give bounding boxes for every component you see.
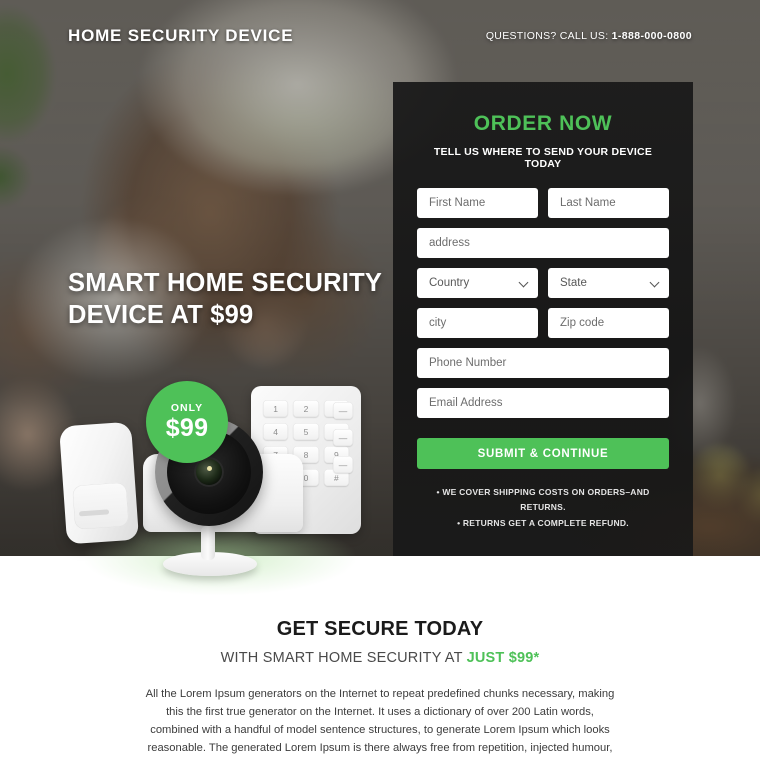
guarantee-line-2: • RETURNS GET A COMPLETE REFUND. <box>457 517 629 528</box>
landing-page: HOME SECURITY DEVICE QUESTIONS? CALL US:… <box>0 0 760 760</box>
guarantee-notes: • WE COVER SHIPPING COSTS ON ORDERS–AND … <box>417 485 669 531</box>
keypad-side-key: — <box>333 456 353 473</box>
info-subtitle-accent: JUST $99* <box>466 650 540 666</box>
info-subtitle-prefix: WITH SMART HOME SECURITY AT <box>220 650 467 666</box>
header-phone-block: QUESTIONS? CALL US: 1-888-000-0800 <box>486 30 692 42</box>
phone-field-row <box>417 348 669 378</box>
country-state-row: Country State <box>417 268 669 298</box>
price-badge: ONLY $99 <box>146 381 228 463</box>
city-zip-row <box>417 308 669 338</box>
sensor-lens <box>72 482 130 530</box>
keypad-side-key: — <box>333 429 353 446</box>
keypad-side-keys: — — — <box>333 402 353 473</box>
call-us-number[interactable]: 1-888-000-0800 <box>612 30 692 42</box>
hero-headline: SMART HOME SECURITY DEVICE AT $99 <box>68 268 398 331</box>
phone-number-input[interactable] <box>417 348 669 378</box>
country-select[interactable]: Country <box>417 268 538 298</box>
zip-code-input[interactable] <box>548 308 669 338</box>
camera-lens <box>194 457 224 487</box>
address-input[interactable] <box>417 228 669 258</box>
info-section-subtitle: WITH SMART HOME SECURITY AT JUST $99* <box>0 650 760 666</box>
keypad-key: 1 <box>263 400 289 417</box>
email-address-input[interactable] <box>417 388 669 418</box>
order-form-panel: ORDER NOW TELL US WHERE TO SEND YOUR DEV… <box>393 82 693 556</box>
price-badge-amount: $99 <box>165 414 209 443</box>
keypad-key: 4 <box>263 423 289 440</box>
hero-headline-line-2: DEVICE AT $99 <box>68 300 254 329</box>
state-select[interactable]: State <box>548 268 669 298</box>
keypad-key: 2 <box>293 400 319 417</box>
call-us-label: QUESTIONS? CALL US: <box>485 30 609 42</box>
hero-copy: SMART HOME SECURITY DEVICE AT $99 <box>68 268 398 331</box>
camera-stand-stem <box>201 526 215 560</box>
order-form-title: ORDER NOW <box>473 112 613 135</box>
brand-logo-text: HOME SECURITY DEVICE <box>68 26 294 45</box>
info-section-title: GET SECURE TODAY <box>276 618 484 640</box>
first-name-input[interactable] <box>417 188 538 218</box>
name-field-row <box>417 188 669 218</box>
guarantee-line-1: • WE COVER SHIPPING COSTS ON ORDERS–AND … <box>436 487 650 513</box>
last-name-input[interactable] <box>548 188 669 218</box>
state-select-wrapper: State <box>548 268 669 298</box>
email-field-row <box>417 388 669 418</box>
keypad-key: 5 <box>293 423 319 440</box>
address-field-row <box>417 228 669 258</box>
info-section-body: All the Lorem Ipsum generators on the In… <box>145 688 615 755</box>
site-header: HOME SECURITY DEVICE QUESTIONS? CALL US:… <box>0 0 760 72</box>
price-badge-label: ONLY <box>170 401 204 414</box>
submit-continue-button[interactable]: SUBMIT & CONTINUE <box>417 438 669 469</box>
order-form-subtitle: TELL US WHERE TO SEND YOUR DEVICE TODAY <box>433 146 653 170</box>
motion-sensor-image <box>58 421 140 545</box>
keypad-side-key: — <box>333 402 353 419</box>
hero-headline-line-1: SMART HOME SECURITY <box>68 269 383 297</box>
city-input[interactable] <box>417 308 538 338</box>
country-select-wrapper: Country <box>417 268 538 298</box>
